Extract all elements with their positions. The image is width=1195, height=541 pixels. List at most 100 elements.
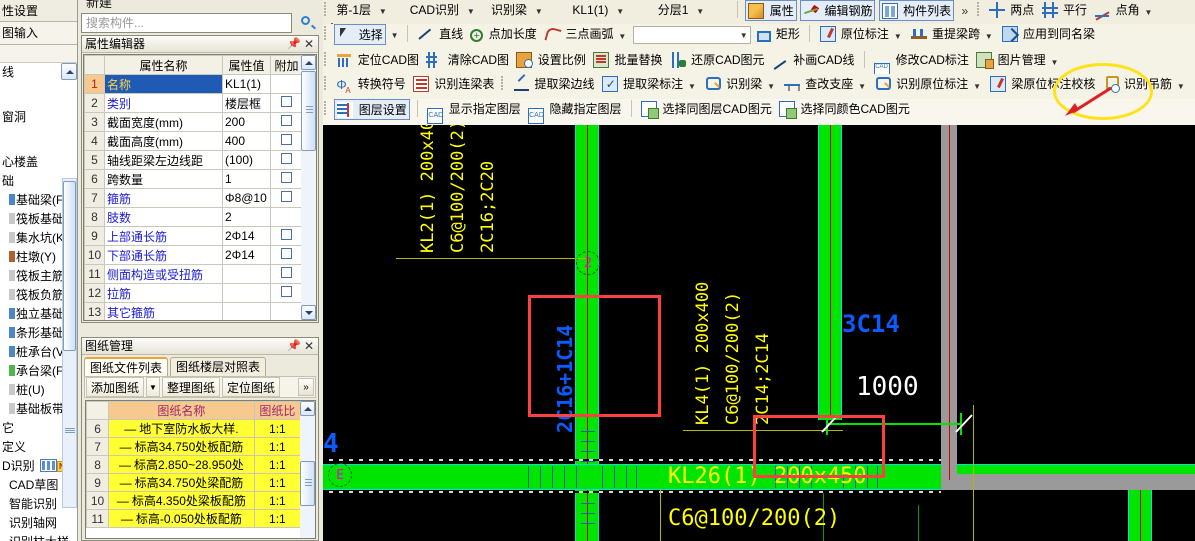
close-icon[interactable]: ✕: [302, 37, 316, 51]
function-selector[interactable]: 识别梁 ▼: [489, 1, 567, 20]
toolbar-grip-icon[interactable]: [324, 51, 328, 67]
chevron-down-icon[interactable]: ▼: [1049, 52, 1060, 73]
floor-selector[interactable]: 第-1层 ▼: [334, 1, 404, 20]
checkbox-icon[interactable]: [281, 248, 292, 259]
toolbar-grip-icon[interactable]: [324, 75, 328, 91]
scrollbar-thumb[interactable]: [300, 461, 315, 506]
set-scale-button[interactable]: 设置比例: [514, 50, 587, 71]
property-append-cell[interactable]: [270, 169, 303, 189]
table-row[interactable]: 2 类别 楼层框: [84, 93, 303, 113]
chevron-double-right-icon[interactable]: »: [958, 4, 973, 18]
check-support-button[interactable]: 查改支座 ▼: [782, 74, 870, 95]
point-angle-axis-button[interactable]: 点角 ▼: [1092, 0, 1156, 21]
checkbox-icon[interactable]: [281, 191, 292, 202]
chevron-down-icon[interactable]: ▼: [737, 27, 750, 45]
pin-icon[interactable]: 📌: [287, 37, 301, 51]
toolbar-grip-icon-2[interactable]: [500, 75, 505, 91]
table-row[interactable]: 7 箍筋 Φ8@10: [84, 188, 303, 208]
drawing-name-cell[interactable]: — 标高34.750处板配筋: [108, 437, 255, 456]
organize-drawing-button[interactable]: 整理图纸: [161, 377, 220, 397]
property-append-cell[interactable]: [270, 264, 303, 284]
property-append-cell[interactable]: [270, 245, 303, 265]
nav-scroll-up-button[interactable]: [61, 63, 77, 80]
property-value-cell[interactable]: [222, 302, 271, 320]
property-append-cell[interactable]: [270, 207, 303, 227]
locate-drawing-button[interactable]: 定位图纸: [221, 377, 280, 397]
tab-drawing-floor-map[interactable]: 图纸楼层对照表: [170, 357, 267, 376]
parallel-axis-button[interactable]: 平行: [1040, 0, 1089, 21]
toolbar-grip-icon-2[interactable]: [976, 1, 981, 17]
scroll-up-icon[interactable]: [300, 401, 315, 416]
restore-cad-button[interactable]: 还原CAD图元: [668, 50, 767, 71]
property-value-cell[interactable]: KL1(1): [222, 74, 271, 94]
property-value-cell[interactable]: [222, 264, 271, 284]
property-append-cell[interactable]: [270, 188, 303, 208]
axis-marker-2[interactable]: 2: [576, 251, 600, 275]
table-row[interactable]: 3 截面宽度(mm) 200: [84, 112, 303, 132]
table-row[interactable]: 1 名称 KL1(1): [84, 74, 303, 94]
clear-cad-button[interactable]: 清除CAD图: [424, 50, 511, 71]
chevron-down-icon[interactable]: ▼: [983, 26, 994, 47]
property-append-cell[interactable]: [270, 131, 303, 151]
rectangle-tool-button[interactable]: 矩形: [755, 24, 802, 45]
table-row[interactable]: 4 截面高度(mm) 400: [84, 131, 303, 151]
apply-same-beam-button[interactable]: 应用到同名梁: [1000, 24, 1097, 45]
checkbox-icon[interactable]: [281, 153, 292, 164]
select-tool-button[interactable]: 选择: [334, 24, 386, 45]
layer-selector[interactable]: 分层1 ▼: [656, 1, 730, 20]
chevron-down-icon[interactable]: ▼: [614, 3, 627, 21]
in-situ-mark-button[interactable]: 原位标注 ▼: [818, 24, 906, 45]
nav-fragment-properties[interactable]: 性设置: [0, 0, 77, 22]
chevron-down-icon[interactable]: ▼: [1175, 76, 1186, 97]
drawing-name-cell[interactable]: — 标高34.750处梁配筋: [108, 473, 255, 492]
property-grid-scrollbar[interactable]: [301, 55, 316, 320]
drawing-name-cell[interactable]: — 地下室防水板大样.: [108, 419, 255, 438]
chevron-down-icon[interactable]: ▼: [1143, 2, 1154, 23]
table-row[interactable]: 13 其它箍筋: [84, 302, 303, 320]
list-item[interactable]: 9— 标高34.750处梁配筋 1:1: [86, 473, 302, 492]
nav-item-window-opening[interactable]: 窗洞: [0, 108, 77, 127]
chevron-down-icon[interactable]: ▼: [464, 3, 477, 21]
chevron-down-icon[interactable]: ▼: [892, 26, 903, 47]
list-item[interactable]: 11— 标高-0.050处板配筋 1:1: [86, 509, 302, 528]
checkbox-icon[interactable]: [281, 267, 292, 278]
list-item[interactable]: 7— 标高34.750处板配筋 1:1: [86, 437, 302, 456]
extract-beam-mark-button[interactable]: 提取梁标注 ▼: [600, 74, 700, 95]
extract-beam-edge-button[interactable]: 提取梁边线: [511, 74, 596, 95]
table-row[interactable]: 10 下部通长筋 2Φ14: [84, 245, 303, 265]
table-row[interactable]: 8 肢数 2: [84, 207, 303, 227]
convert-symbol-button[interactable]: 转换符号: [334, 74, 407, 101]
property-append-cell[interactable]: [270, 74, 303, 94]
modify-cad-mark-button[interactable]: CAD 修改CAD标注: [872, 50, 971, 79]
scroll-up-icon[interactable]: [301, 55, 316, 70]
toolbar-grip-icon[interactable]: [324, 1, 328, 17]
pin-icon[interactable]: 📌: [287, 339, 301, 353]
line-tool-button[interactable]: 直线: [416, 24, 465, 45]
property-value-cell[interactable]: 2Φ14: [222, 245, 271, 265]
chevron-down-icon[interactable]: ▼: [532, 3, 545, 21]
hide-layer-button[interactable]: CAD 隐藏指定图层: [526, 99, 623, 124]
property-value-cell[interactable]: 400: [222, 131, 271, 151]
drawing-list-grid[interactable]: 图纸名称 图纸比 6— 地下室防水板大样. 1:1 7— 标高34.750处板配筋 1:1…: [85, 400, 316, 539]
property-append-cell[interactable]: [270, 283, 303, 303]
two-point-axis-button[interactable]: 两点: [987, 0, 1036, 21]
checkbox-icon[interactable]: [281, 96, 292, 107]
property-button[interactable]: 属性: [745, 0, 797, 21]
new-button-fragment[interactable]: 新建: [78, 0, 323, 12]
search-input[interactable]: 搜索构件...: [81, 13, 292, 33]
chevron-down-icon[interactable]: ▼: [617, 26, 628, 47]
property-value-cell[interactable]: Φ8@10: [222, 188, 271, 208]
recognize-insitu-button[interactable]: 识别原位标注 ▼: [873, 74, 985, 95]
select-same-color-button[interactable]: 选择同颜色CAD图元: [777, 99, 912, 120]
cad-drawing-canvas[interactable]: 2 E KL2(1) 200x400 C6@100/200(2) 2C16;2C…: [323, 125, 1195, 541]
toolbar-grip-icon[interactable]: [324, 100, 328, 116]
nav-fragment-drawing-input[interactable]: 图输入: [0, 22, 77, 45]
chevron-down-icon[interactable]: ▼: [766, 76, 777, 97]
table-row[interactable]: 9 上部通长筋 2Φ14: [84, 226, 303, 246]
nav-item-recognize-column-table[interactable]: 识别柱大样: [0, 533, 77, 541]
module-selector[interactable]: CAD识别 ▼: [408, 1, 486, 20]
table-row[interactable]: 12 拉筋: [84, 283, 303, 303]
list-item[interactable]: 10— 标高4.350处梁板配筋 1:1: [86, 491, 302, 510]
drawing-name-cell[interactable]: — 标高4.350处梁板配筋: [108, 491, 255, 510]
list-item[interactable]: 8— 标高2.850~28.950处 1:1: [86, 455, 302, 474]
